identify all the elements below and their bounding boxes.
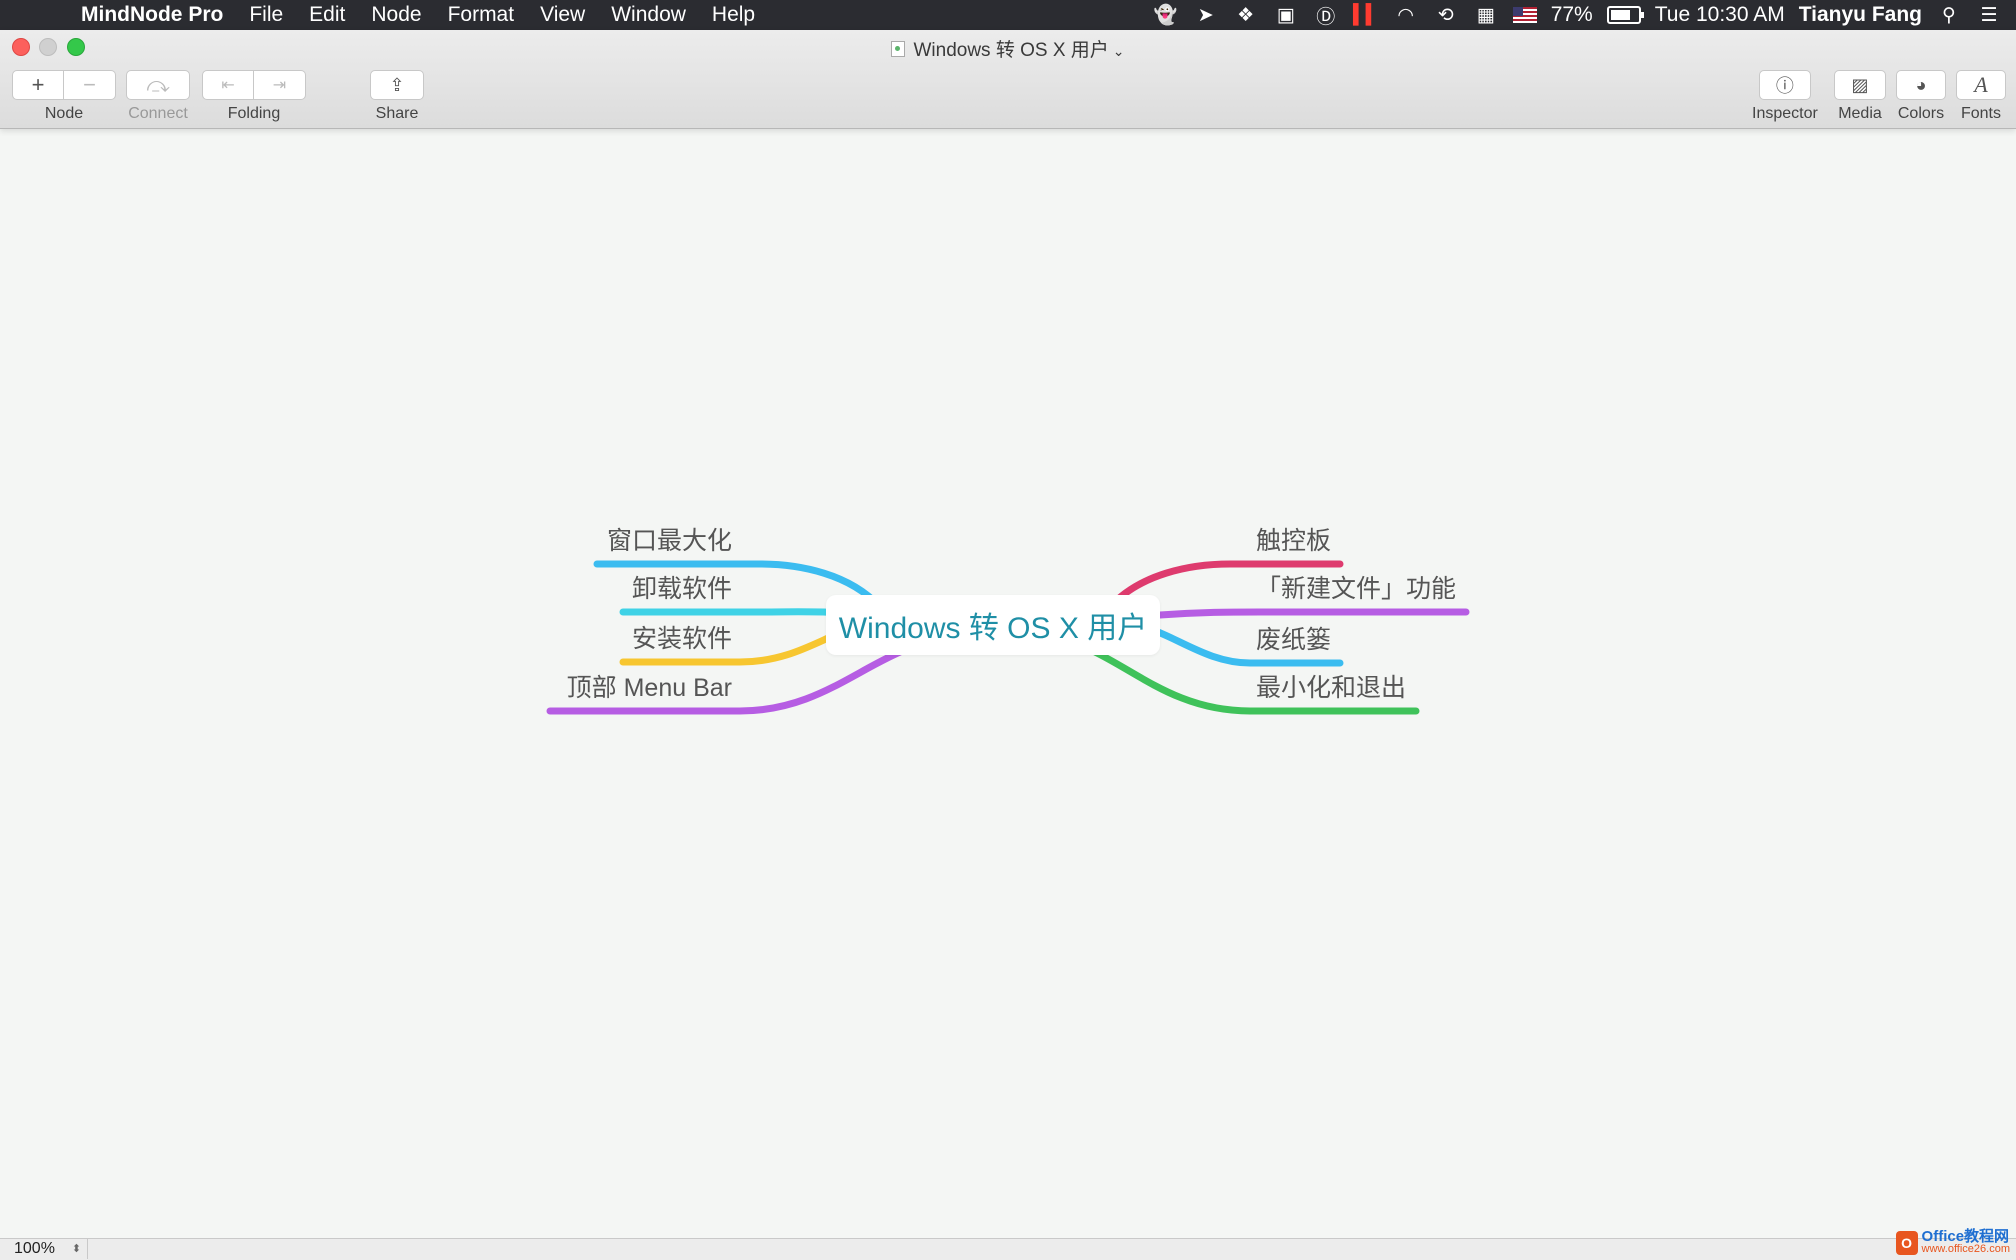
menu-app-name[interactable]: MindNode Pro (68, 3, 236, 27)
colors-button[interactable]: ◕ (1896, 70, 1946, 100)
node-group: + − Node (12, 70, 116, 123)
menu-edit[interactable]: Edit (296, 3, 358, 27)
wifi-icon[interactable]: ◠ (1393, 3, 1419, 27)
node-label: Node (44, 105, 84, 122)
info-icon: ⓘ (1775, 76, 1794, 96)
media-group: ▨ Media (1834, 70, 1886, 123)
node-left-3[interactable]: 安装软件 (632, 624, 732, 654)
inspector-button[interactable]: ⓘ (1758, 70, 1811, 100)
fold-button[interactable]: ⇤ (202, 70, 254, 100)
clock[interactable]: Tue 10:30 AM (1655, 3, 1785, 27)
central-topic-node[interactable]: Windows 转 OS X 用户 (826, 595, 1160, 655)
unfold-icon: ⇥ (272, 77, 287, 94)
folding-group: ⇤ ⇥ Folding (202, 70, 306, 123)
window-toolbar: Windows 转 OS X 用户 ⌄ + − Node ⤼ Connect ⇤ … (0, 30, 2016, 129)
unfold-button[interactable]: ⇥ (254, 70, 306, 100)
remove-node-button[interactable]: − (64, 70, 116, 100)
fonts-group: A Fonts (1956, 70, 2006, 123)
office-logo-icon: O (1895, 1231, 1918, 1255)
palette-icon: ◕ (1915, 74, 1927, 95)
zoom-select[interactable]: 100% ⬍ (6, 1239, 88, 1259)
node-left-1[interactable]: 窗口最大化 (607, 526, 732, 556)
menu-window[interactable]: Window (598, 3, 699, 27)
node-left-2[interactable]: 卸载软件 (632, 574, 732, 604)
media-label: Media (1838, 105, 1882, 122)
node-right-2[interactable]: 「新建文件」功能 (1256, 574, 1456, 604)
image-icon: ▨ (1851, 74, 1869, 95)
share-icon: ⇪ (389, 74, 405, 95)
connect-icon: ⤼ (146, 72, 170, 97)
watermark: O Office教程网 www.office26.com (1895, 1228, 2010, 1256)
mindmap-connections (546, 560, 1470, 715)
node-left-4[interactable]: 顶部 Menu Bar (567, 673, 732, 703)
zoom-value: 100% (14, 1240, 55, 1257)
dropbox-icon[interactable]: ❖ (1233, 3, 1259, 27)
menu-view[interactable]: View (527, 3, 598, 27)
battery-icon[interactable] (1606, 6, 1644, 24)
ghost-icon[interactable]: 👻 (1153, 3, 1179, 27)
send-icon[interactable]: ➤ (1193, 3, 1219, 27)
menu-help[interactable]: Help (699, 3, 768, 27)
font-a-icon: A (1974, 72, 1988, 97)
share-group: ⇪ Share (370, 70, 424, 123)
share-button[interactable]: ⇪ (370, 70, 424, 100)
connect-group: ⤼ Connect (126, 70, 190, 123)
fonts-label: Fonts (1960, 105, 2001, 122)
mindmap-canvas[interactable]: Windows 转 OS X 用户 窗口最大化 卸载软件 安装软件 顶部 Men… (0, 129, 2016, 1239)
inspector-group: ⓘ Inspector (1752, 70, 1818, 123)
fonts-button[interactable]: A (1956, 70, 2006, 100)
chevron-down-icon[interactable]: ⌄ (1113, 43, 1125, 59)
fold-icon: ⇤ (221, 77, 235, 94)
add-node-button[interactable]: + (12, 70, 64, 100)
menu-file[interactable]: File (236, 3, 296, 27)
node-right-1[interactable]: 触控板 (1256, 526, 1331, 556)
folding-label: Folding (227, 105, 281, 122)
branch-line-right-2 (1156, 608, 1470, 619)
menu-node[interactable]: Node (358, 3, 434, 27)
bookmark-icon[interactable]: ▣ (1273, 3, 1299, 27)
window-title[interactable]: Windows 转 OS X 用户 ⌄ (0, 35, 2016, 62)
menu-format[interactable]: Format (435, 3, 528, 27)
battery-percent: 77% (1550, 3, 1593, 26)
status-bar: 100% ⬍ O Office教程网 www.office26.com (0, 1229, 2016, 1260)
connect-label: Connect (128, 105, 188, 122)
colors-label: Colors (1897, 105, 1945, 122)
notification-center-icon[interactable]: ☰ (1976, 3, 2002, 27)
watermark-title: Office教程网 (1921, 1228, 2010, 1245)
branch-line-left-2 (619, 608, 844, 617)
d-circle-icon[interactable]: Ⓓ (1313, 3, 1339, 28)
watermark-text: Office教程网 www.office26.com (1921, 1228, 2010, 1256)
menu-bar: MindNode Pro File Edit Node Format View … (0, 0, 2016, 30)
node-right-4[interactable]: 最小化和退出 (1256, 673, 1406, 703)
keyboard-icon[interactable]: ▦ (1473, 3, 1499, 27)
inspector-label: Inspector (1752, 105, 1818, 122)
colors-group: ◕ Colors (1896, 70, 1946, 123)
window-title-text: Windows 转 OS X 用户 (913, 40, 1109, 61)
node-right-3[interactable]: 废纸篓 (1256, 625, 1331, 655)
media-button[interactable]: ▨ (1834, 70, 1886, 100)
connect-button[interactable]: ⤼ (126, 70, 190, 100)
share-label: Share (375, 105, 419, 122)
zoom-stepper-icon[interactable]: ⬍ (72, 1239, 81, 1259)
pause-indicator-icon[interactable]: ▍▍ (1353, 3, 1380, 27)
time-machine-icon[interactable]: ⟲ (1433, 3, 1459, 27)
user-name[interactable]: Tianyu Fang (1799, 3, 1922, 27)
us-flag-icon[interactable] (1512, 7, 1537, 23)
spotlight-search-icon[interactable]: ⚲ (1936, 3, 1962, 27)
document-icon (891, 41, 906, 57)
watermark-url: www.office26.com (1921, 1243, 2010, 1255)
